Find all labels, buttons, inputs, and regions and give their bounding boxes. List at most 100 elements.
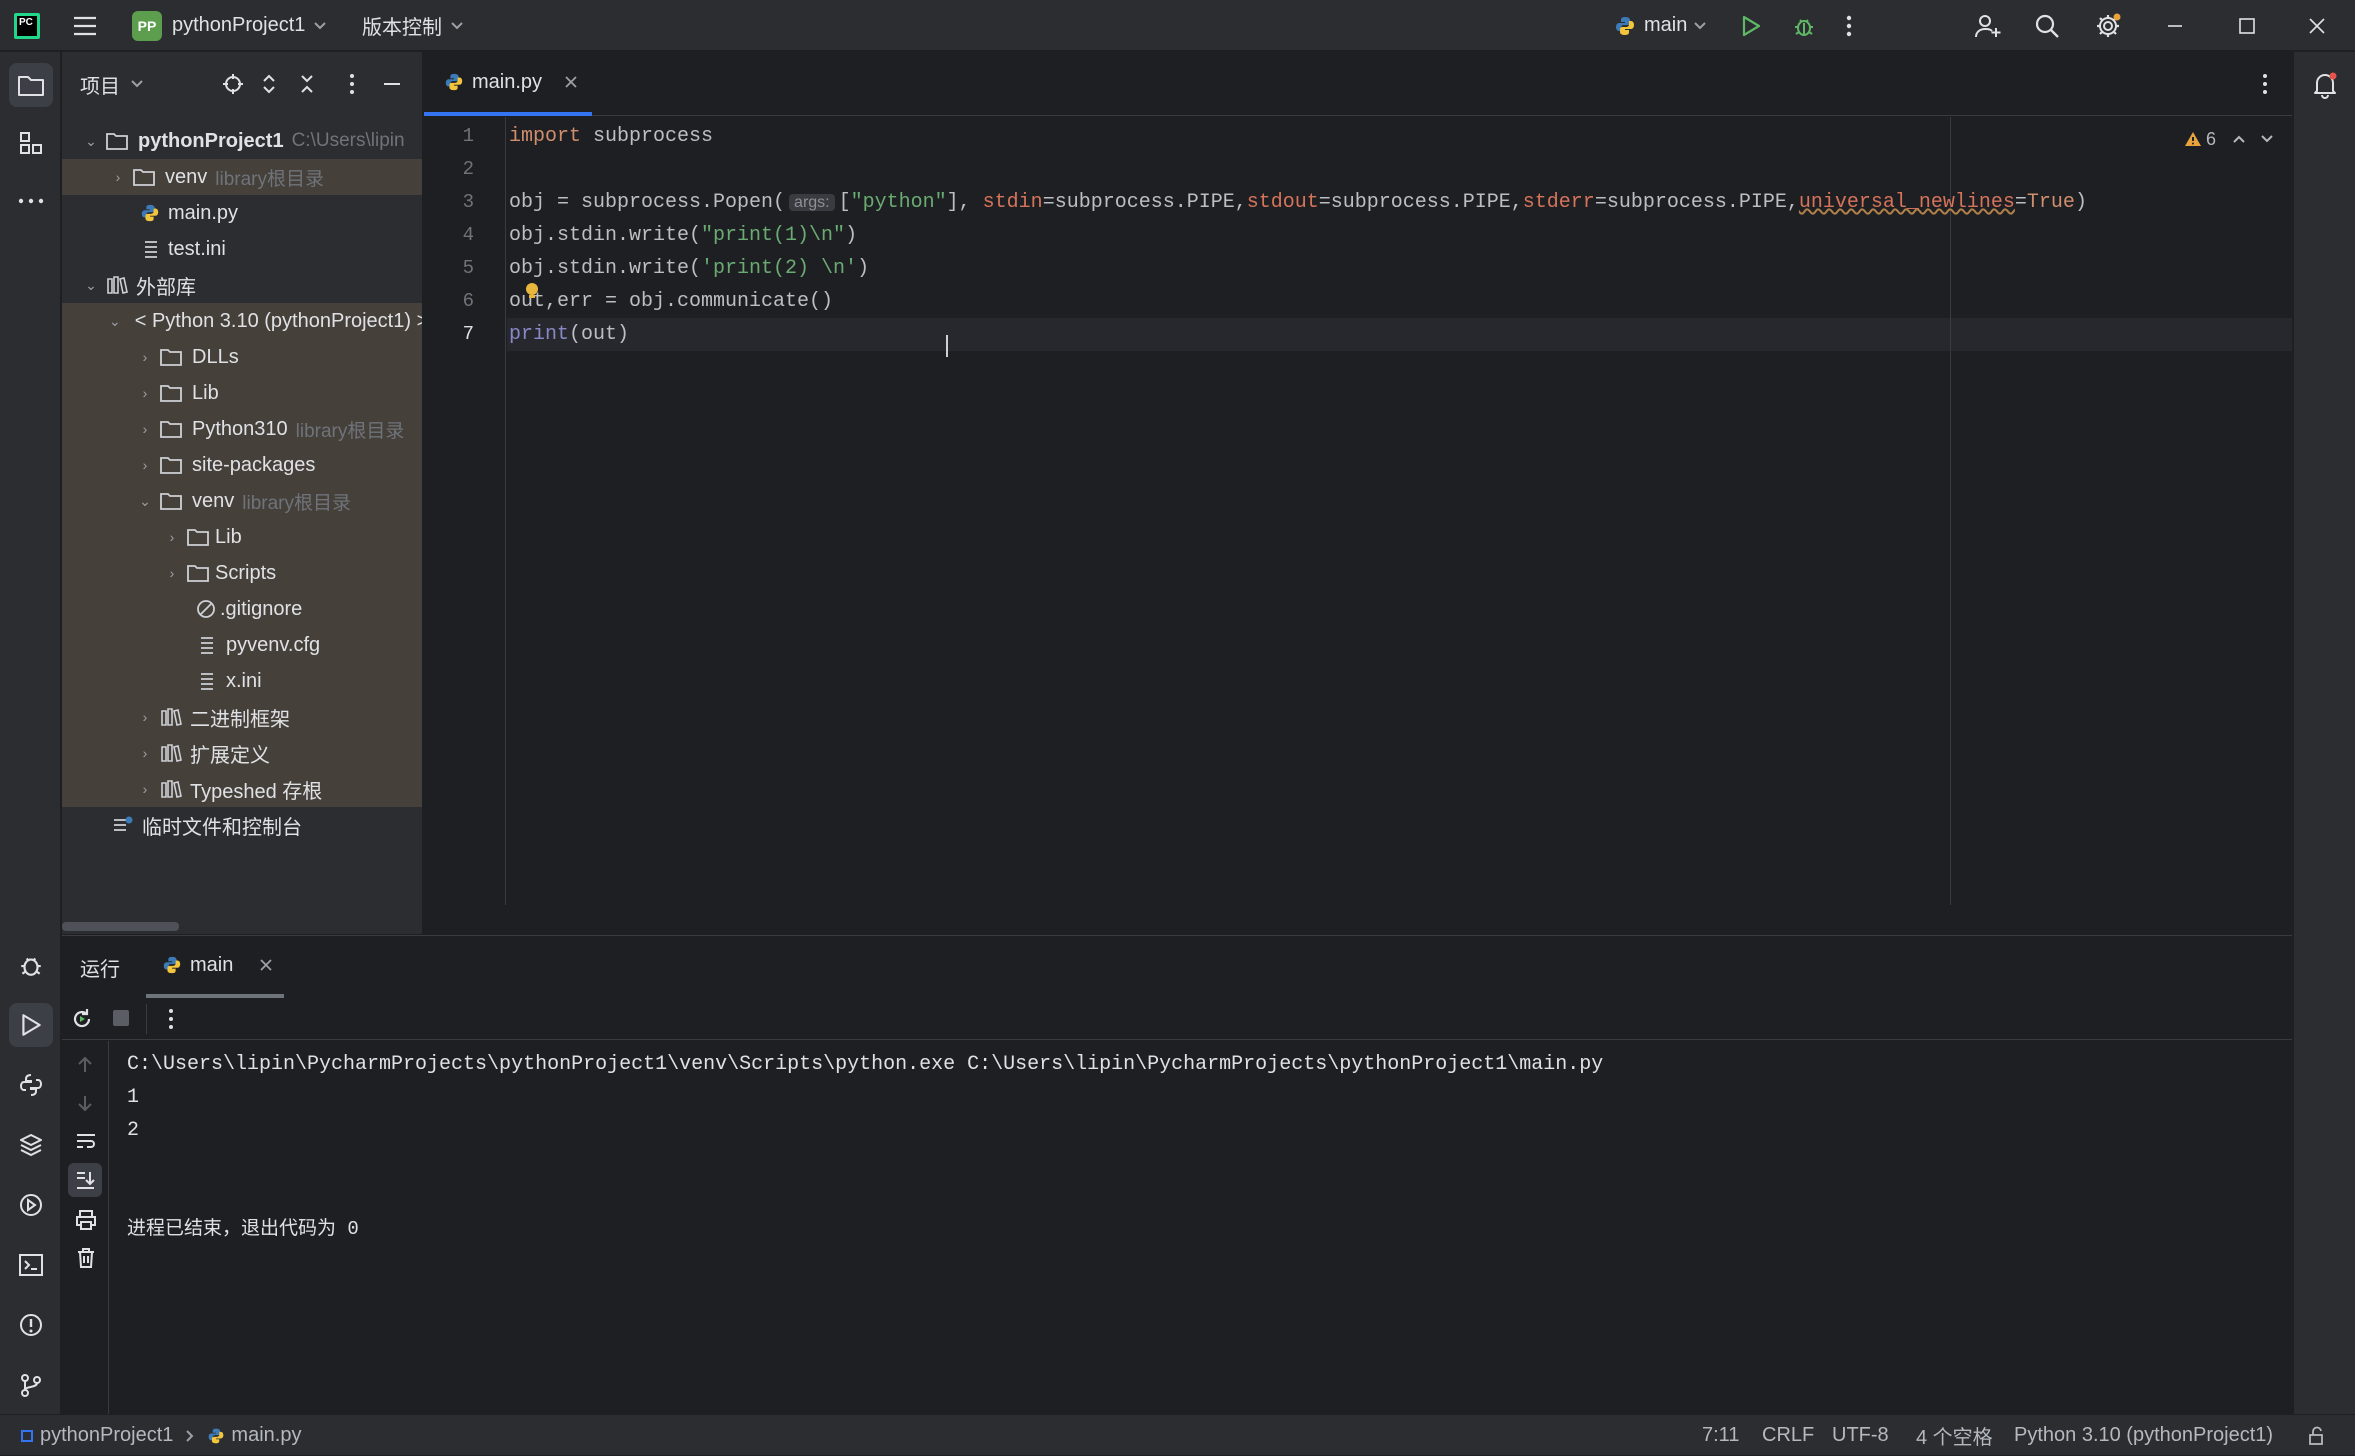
debug-tool-button[interactable] xyxy=(9,943,53,987)
chevron-right-icon: › xyxy=(142,421,148,437)
run-tab-main[interactable]: main xyxy=(146,936,284,998)
close-icon[interactable] xyxy=(259,958,273,972)
tree-item-x-ini[interactable]: x.ini xyxy=(62,663,422,699)
clear-console-button[interactable] xyxy=(75,1247,97,1269)
run-tab-label: main xyxy=(190,953,234,976)
tree-item-external-libs[interactable]: ⌄ 外部库 xyxy=(62,267,422,303)
more-actions-button[interactable] xyxy=(1846,0,1852,51)
tree-item-site-packages[interactable]: › site-packages xyxy=(62,447,422,483)
editor-tab-options-button[interactable] xyxy=(2262,73,2268,95)
panel-options-button[interactable] xyxy=(349,73,355,95)
search-button[interactable] xyxy=(2034,0,2060,51)
tree-item-venv[interactable]: › venv library根目录 xyxy=(62,159,422,195)
tree-item-venv-lib[interactable]: › Lib xyxy=(62,519,422,555)
title-bar: PC PP pythonProject1 版本控制 main xyxy=(0,0,2355,51)
tree-item-scratches[interactable]: 临时文件和控制台 xyxy=(62,807,422,843)
tree-item-python-sdk[interactable]: ⌄ < Python 3.10 (pythonProject1) > xyxy=(62,303,422,339)
python-packages-button[interactable] xyxy=(9,1123,53,1167)
line-separator[interactable]: CRLF xyxy=(1762,1415,1814,1456)
code-token: ) xyxy=(857,257,870,280)
code-line-1: import subprocess xyxy=(509,120,713,153)
minimize-button[interactable] xyxy=(2166,0,2184,51)
print-button[interactable] xyxy=(75,1209,97,1231)
tab-label: main.py xyxy=(472,70,543,93)
breadcrumb-project[interactable]: pythonProject1 xyxy=(40,1424,173,1447)
tree-item-dlls[interactable]: › DLLs xyxy=(62,339,422,375)
tree-item-python310[interactable]: › Python310 library根目录 xyxy=(62,411,422,447)
readonly-toggle[interactable] xyxy=(2308,1415,2326,1456)
close-window-button[interactable] xyxy=(2308,0,2326,51)
interpreter-selector[interactable]: Python 3.10 (pythonProject1) xyxy=(2014,1415,2273,1456)
tree-item-typeshed[interactable]: › Typeshed 存根 xyxy=(62,771,422,807)
tree-item-main-py[interactable]: main.py xyxy=(62,195,422,231)
close-icon[interactable] xyxy=(564,75,578,89)
project-selector[interactable]: PP pythonProject1 xyxy=(132,0,327,51)
tree-item-venv-lib-root[interactable]: ⌄ venv library根目录 xyxy=(62,483,422,519)
status-bar: pythonProject1 main.py 7:11 CRLF UTF-8 4… xyxy=(0,1414,2355,1455)
chevron-right-icon: › xyxy=(142,745,148,761)
code-token: "print(1)\n" xyxy=(701,224,846,247)
python-console-button[interactable] xyxy=(9,1063,53,1107)
console-output[interactable]: C:\Users\lipin\PycharmProjects\pythonPro… xyxy=(127,1048,2277,1408)
tree-item-lib[interactable]: › Lib xyxy=(62,375,422,411)
lock-open-icon xyxy=(2309,1426,2323,1445)
run-options-button[interactable] xyxy=(168,1008,174,1030)
horizontal-scrollbar[interactable] xyxy=(62,922,179,931)
code-token: True xyxy=(2026,191,2075,214)
inspections-widget[interactable]: 6 xyxy=(2184,124,2274,154)
hamburger-icon xyxy=(74,16,96,35)
structure-tool-button[interactable] xyxy=(9,121,53,165)
intention-bulb-icon[interactable] xyxy=(524,282,540,300)
more-tools-button[interactable] xyxy=(9,179,53,223)
indent-setting[interactable]: 4 个空格 xyxy=(1916,1415,1993,1456)
terminal-button[interactable] xyxy=(9,1243,53,1287)
tab-main-py[interactable]: main.py xyxy=(424,52,592,116)
settings-button[interactable] xyxy=(2094,0,2122,51)
code-token: =subprocess.PIPE, xyxy=(1042,191,1247,214)
chevron-up-icon[interactable] xyxy=(2232,134,2246,144)
tree-item-gitignore[interactable]: .gitignore xyxy=(62,591,422,627)
scroll-down-button[interactable] xyxy=(75,1093,95,1113)
services-button[interactable] xyxy=(9,1183,53,1227)
caret-position[interactable]: 7:11 xyxy=(1702,1415,1739,1456)
breadcrumb: pythonProject1 main.py xyxy=(20,1415,301,1456)
code-area[interactable]: import subprocess obj = subprocess.Popen… xyxy=(424,120,2292,900)
scroll-to-end-button[interactable] xyxy=(68,1163,102,1197)
tree-item-project-root[interactable]: ⌄ pythonProject1 C:\Users\lipin xyxy=(62,123,422,159)
project-view-selector[interactable]: 项目 xyxy=(80,52,144,116)
run-button[interactable] xyxy=(1740,0,1762,51)
code-token: out,err = obj.communicate() xyxy=(509,290,834,313)
tree-item-label: main.py xyxy=(168,201,239,224)
chevron-down-icon[interactable] xyxy=(2260,134,2274,144)
vcs-menu[interactable]: 版本控制 xyxy=(362,0,464,51)
notifications-button[interactable] xyxy=(2303,63,2347,107)
hide-panel-button[interactable] xyxy=(382,73,402,95)
code-with-me-button[interactable] xyxy=(1974,0,2002,51)
problems-icon xyxy=(20,1314,42,1336)
collapse-all-button[interactable] xyxy=(299,73,315,95)
file-encoding[interactable]: UTF-8 xyxy=(1832,1415,1889,1456)
run-config-selector[interactable]: main xyxy=(1614,0,1707,51)
code-token: 'print(2) \n' xyxy=(701,257,858,280)
scroll-up-button[interactable] xyxy=(75,1055,95,1075)
tree-item-binary-skeletons[interactable]: › 二进制框架 xyxy=(62,699,422,735)
expand-all-button[interactable] xyxy=(261,73,277,95)
breadcrumb-file[interactable]: main.py xyxy=(231,1424,301,1447)
project-tool-button[interactable] xyxy=(9,63,53,107)
git-button[interactable] xyxy=(9,1363,53,1407)
locate-file-button[interactable] xyxy=(222,73,244,95)
maximize-button[interactable] xyxy=(2238,0,2256,51)
tree-item-scripts[interactable]: › Scripts xyxy=(62,555,422,591)
chevron-down-icon xyxy=(131,80,143,88)
main-menu-button[interactable] xyxy=(72,0,98,51)
debug-button[interactable] xyxy=(1792,0,1816,51)
tree-item-label: pyvenv.cfg xyxy=(226,633,321,656)
tree-item-pyvenv-cfg[interactable]: pyvenv.cfg xyxy=(62,627,422,663)
tree-item-test-ini[interactable]: test.ini xyxy=(62,231,422,267)
stop-button[interactable] xyxy=(112,1009,130,1027)
soft-wrap-button[interactable] xyxy=(75,1131,97,1151)
rerun-button[interactable] xyxy=(70,1007,94,1031)
run-tool-button[interactable] xyxy=(9,1003,53,1047)
tree-item-extended-defs[interactable]: › 扩展定义 xyxy=(62,735,422,771)
problems-button[interactable] xyxy=(9,1303,53,1347)
